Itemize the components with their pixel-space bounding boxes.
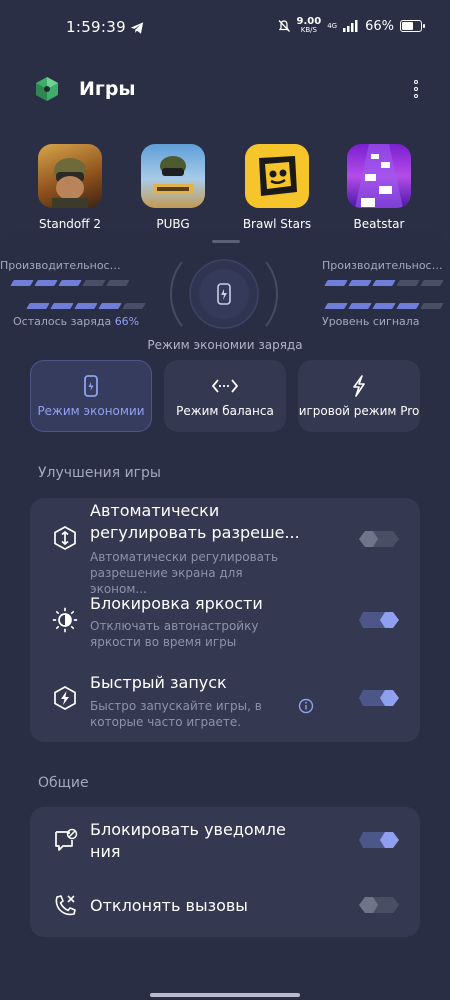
- lightning-icon: [353, 375, 365, 397]
- brightness-lock-toggle[interactable]: [359, 611, 399, 629]
- game-tile-pubg[interactable]: PUBG: [130, 144, 216, 231]
- block-notifications-toggle[interactable]: [359, 831, 399, 849]
- meter-segment: [348, 280, 372, 286]
- mode-pro-gaming-button[interactable]: игровой режим Pro: [298, 360, 420, 432]
- quick-launch-toggle[interactable]: [359, 689, 399, 707]
- meter-segment: [98, 303, 122, 309]
- row-subtitle: Быстро запускайте игры, в которые часто …: [90, 699, 262, 729]
- performance-left-meter: [10, 280, 130, 286]
- status-time: 1:59:39: [66, 18, 126, 36]
- power-mode-dial: [169, 259, 279, 329]
- performance-right-label: Производительность г...: [322, 259, 447, 272]
- resolution-icon: [54, 526, 76, 550]
- gesture-navigation-bar[interactable]: [150, 993, 300, 997]
- performance-left-label: Производительность ...: [0, 259, 125, 272]
- block-notifications-icon: [55, 828, 78, 851]
- signal-meter: [324, 303, 444, 309]
- brightness-lock-row[interactable]: Блокировка яркости Отключать автонастрой…: [30, 588, 420, 663]
- game-space-logo-icon: [36, 77, 58, 101]
- meter-segment: [420, 280, 444, 286]
- quick-launch-row[interactable]: Быстрый запуск Быстро запускайте игры, в…: [30, 663, 420, 742]
- battery-icon: [400, 20, 425, 32]
- meter-segment: [26, 303, 50, 309]
- mode-power-saving-button[interactable]: Режим экономии: [30, 360, 152, 432]
- meter-segment: [420, 303, 444, 309]
- mode-balanced-button[interactable]: Режим баланса: [164, 360, 286, 432]
- mute-bell-icon: [278, 20, 290, 32]
- beatstar-icon: [347, 144, 411, 208]
- general-card: Блокировать уведомле ния Отклонять вызов…: [30, 807, 420, 937]
- charge-remaining-label: Осталось заряда 66%: [13, 315, 140, 328]
- battery-percent: 66%: [365, 18, 394, 34]
- meter-segment: [348, 303, 372, 309]
- brawl-stars-icon: [245, 144, 309, 208]
- decline-calls-toggle[interactable]: [359, 896, 399, 914]
- enhancements-section-title: Улучшения игры: [38, 465, 161, 481]
- brightness-icon: [52, 607, 78, 633]
- game-name: Brawl Stars: [242, 217, 312, 231]
- game-name: Beatstar: [353, 217, 405, 231]
- network-type: 4G: [327, 22, 338, 30]
- more-options-button[interactable]: [406, 78, 426, 100]
- mode-caption: Режим экономии заряда: [147, 338, 303, 352]
- meter-segment: [324, 303, 348, 309]
- charge-meter: [26, 303, 146, 309]
- signal-icon: [343, 20, 358, 32]
- meter-segment: [122, 303, 146, 309]
- row-title: Быстрый запуск: [90, 673, 227, 692]
- performance-right-meter: [324, 280, 444, 286]
- game-name: PUBG: [156, 217, 190, 231]
- page-title: Игры: [79, 78, 136, 100]
- standoff2-icon: [38, 144, 102, 208]
- meter-segment: [58, 280, 82, 286]
- pubg-icon: [141, 144, 205, 208]
- meter-segment: [74, 303, 98, 309]
- net-speed: 9.00 KB/S: [296, 16, 322, 35]
- meter-segment: [10, 280, 34, 286]
- row-title: Автоматически регулировать разреше...: [90, 501, 300, 542]
- decline-call-icon: [55, 895, 76, 916]
- meter-segment: [396, 303, 420, 309]
- games-row: Standoff 2 PUBG Brawl Stars Beatstar: [0, 144, 450, 236]
- telegram-icon: [130, 22, 144, 34]
- meter-segment: [396, 280, 420, 286]
- game-tile-beatstar[interactable]: Beatstar: [336, 144, 422, 231]
- meter-segment: [372, 280, 396, 286]
- block-notifications-row[interactable]: Блокировать уведомле ния: [30, 807, 420, 875]
- meter-segment: [106, 280, 130, 286]
- auto-resolution-row[interactable]: Автоматически регулировать разреше... Ав…: [30, 498, 420, 596]
- meter-segment: [324, 280, 348, 286]
- meter-segment: [50, 303, 74, 309]
- meter-segment: [82, 280, 106, 286]
- row-title: Блокировать уведомле ния: [90, 820, 286, 861]
- row-title: Отклонять вызовы: [90, 896, 248, 915]
- quick-launch-icon: [54, 686, 76, 710]
- meter-segment: [372, 303, 396, 309]
- row-subtitle: Отключать автонастройку яркости во время…: [90, 619, 259, 649]
- battery-saver-icon: [84, 375, 98, 397]
- info-icon[interactable]: [298, 698, 314, 714]
- game-tile-brawl-stars[interactable]: Brawl Stars: [234, 144, 320, 231]
- row-title: Блокировка яркости: [90, 594, 263, 613]
- general-section-title: Общие: [38, 775, 89, 791]
- game-name: Standoff 2: [39, 217, 101, 231]
- signal-level-label: Уровень сигнала: [322, 315, 420, 328]
- decline-calls-row[interactable]: Отклонять вызовы: [30, 875, 420, 937]
- game-tile-standoff2[interactable]: Standoff 2: [27, 144, 113, 231]
- enhancements-card: Автоматически регулировать разреше... Ав…: [30, 498, 420, 742]
- balance-icon: [211, 379, 239, 393]
- meter-segment: [34, 280, 58, 286]
- panel-drag-handle[interactable]: [212, 240, 240, 243]
- status-bar: 1:59:39 9.00 KB/S 4G 66%: [0, 0, 450, 56]
- auto-resolution-toggle[interactable]: [359, 530, 399, 548]
- performance-modes: Режим экономии Режим баланса игровой реж…: [30, 360, 420, 432]
